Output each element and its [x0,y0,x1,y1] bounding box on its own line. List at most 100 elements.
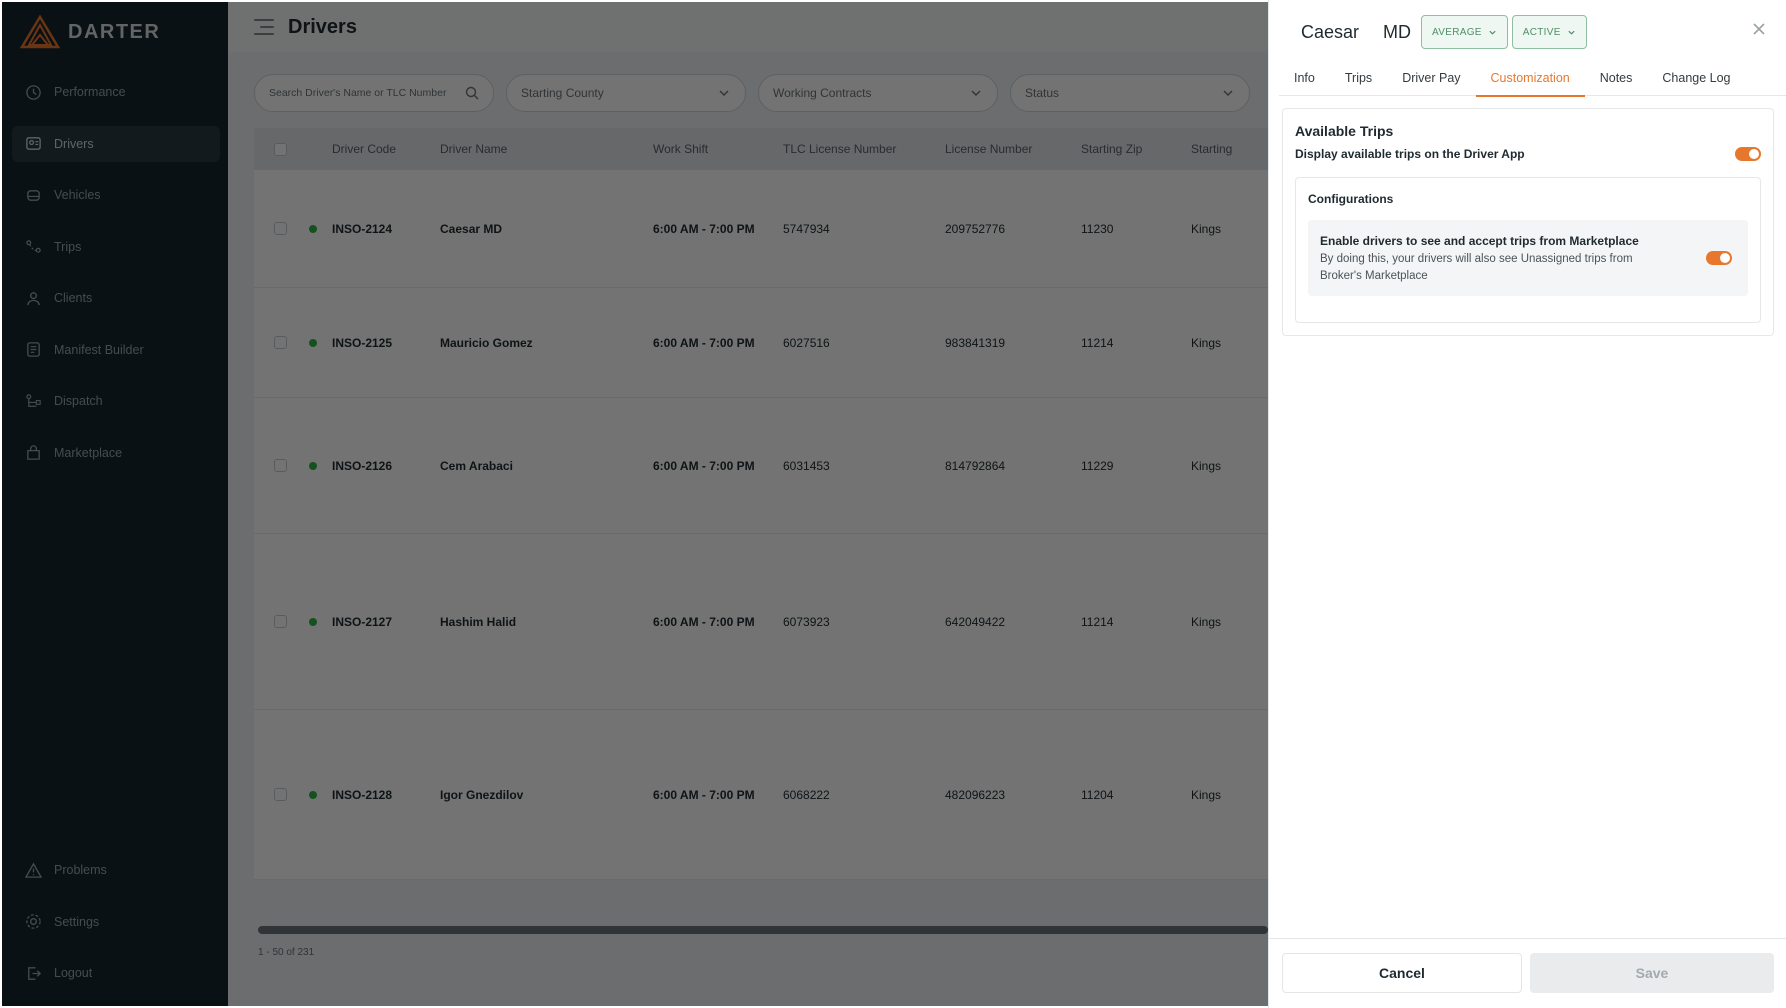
driver-name[interactable]: Igor Gnezdilov [440,788,653,802]
tlc-license: 5747934 [783,221,830,236]
row-checkbox[interactable] [274,615,287,628]
sidebar-item-performance[interactable]: Performance [12,74,220,110]
sidebar-item-label: Manifest Builder [54,342,144,357]
driver-code: INSO-2127 [332,614,393,629]
table-row[interactable]: INSO-2124 Caesar MD 6:00 AM - 7:00 PM 57… [254,170,1268,288]
tab-change-log[interactable]: Change Log [1647,60,1745,96]
dispatch-icon [24,392,42,410]
sidebar-item-label: Clients [54,291,93,305]
horizontal-scrollbar[interactable] [258,926,1268,934]
row-checkbox[interactable] [274,336,287,349]
cancel-button[interactable]: Cancel [1282,953,1522,993]
configurations-title: Configurations [1308,192,1394,206]
sidebar-item-dispatch[interactable]: Dispatch [12,383,220,419]
work-shift: 6:00 AM - 7:00 PM [653,614,755,629]
tab-driver-pay[interactable]: Driver Pay [1387,60,1475,96]
chevron-down-icon [971,90,981,96]
sidebar-item-problems[interactable]: Problems [12,852,220,888]
chevron-down-icon [1223,90,1233,96]
row-checkbox[interactable] [274,788,287,801]
status-dropdown[interactable]: ACTIVE [1511,15,1587,49]
page-title: Drivers [288,15,357,38]
pagination-info: 1 - 50 of 231 [258,947,315,958]
column-header[interactable]: License Number [945,142,1081,156]
work-shift: 6:00 AM - 7:00 PM [653,221,755,236]
starting-county-select[interactable]: Starting County [506,74,746,112]
performance-icon [24,83,42,101]
sidebar-item-label: Dispatch [54,394,103,408]
driver-code: INSO-2124 [332,221,393,236]
sidebar-item-logout[interactable]: Logout [12,955,220,991]
column-header[interactable]: Starting [1191,142,1268,156]
driver-name[interactable]: Caesar MD [440,222,653,236]
chevron-down-icon [719,90,729,96]
column-header[interactable]: Driver Code [332,142,440,156]
starting-county: Kings [1191,458,1222,473]
chevron-down-icon [1489,30,1496,35]
table-row[interactable]: INSO-2128 Igor Gnezdilov 6:00 AM - 7:00 … [254,710,1268,880]
sidebar-item-clients[interactable]: Clients [12,280,220,316]
working-contracts-select[interactable]: Working Contracts [758,74,998,112]
status-dot [309,338,317,347]
sidebar-item-label: Performance [54,85,126,99]
driver-last-name: MD [1383,21,1412,42]
search-icon [465,86,479,100]
rating-dropdown[interactable]: AVERAGE [1421,15,1508,49]
table-row[interactable]: INSO-2127 Hashim Halid 6:00 AM - 7:00 PM… [254,534,1268,710]
starting-county: Kings [1191,335,1222,350]
column-header[interactable]: TLC License Number [783,142,945,156]
sidebar-item-label: Problems [54,863,107,877]
close-icon[interactable] [1750,20,1768,38]
table-row[interactable]: INSO-2125 Mauricio Gomez 6:00 AM - 7:00 … [254,288,1268,398]
driver-name[interactable]: Hashim Halid [440,615,653,629]
drawer-footer: Cancel Save [1269,938,1786,1008]
tab-customization[interactable]: Customization [1475,60,1585,97]
status-label: ACTIVE [1522,26,1561,38]
driver-name[interactable]: Mauricio Gomez [440,336,653,350]
display-trips-toggle[interactable] [1735,147,1761,161]
column-header[interactable]: Starting Zip [1081,142,1191,156]
hamburger-menu-icon[interactable] [254,19,274,35]
sidebar: DARTER Performance Drivers Vehicles Trip… [2,2,228,1006]
logout-icon [24,964,42,982]
clients-icon [24,289,42,307]
topbar: Drivers [228,2,1268,52]
column-header[interactable]: Driver Name [440,142,653,156]
starting-zip: 11204 [1081,787,1114,802]
sidebar-item-vehicles[interactable]: Vehicles [12,177,220,213]
column-header[interactable]: Work Shift [653,142,783,156]
table-row[interactable]: INSO-2126 Cem Arabaci 6:00 AM - 7:00 PM … [254,398,1268,534]
license-number: 209752776 [945,221,1006,236]
status-select[interactable]: Status [1010,74,1250,112]
row-checkbox[interactable] [274,222,287,235]
sidebar-item-manifest-builder[interactable]: Manifest Builder [12,332,220,368]
tab-trips[interactable]: Trips [1330,60,1387,96]
license-number: 814792864 [945,458,1006,473]
sidebar-item-settings[interactable]: Settings [12,904,220,940]
sidebar-item-trips[interactable]: Trips [12,229,220,265]
sidebar-nav-bottom: Problems Settings Logout [12,852,220,1006]
sidebar-item-drivers[interactable]: Drivers [12,125,220,162]
warning-icon [24,861,42,879]
marketplace-option-title: Enable drivers to see and accept trips f… [1320,234,1639,248]
row-checkbox[interactable] [274,459,287,472]
brand-logo[interactable]: DARTER [20,14,160,50]
trips-icon [24,238,42,256]
select-all-checkbox[interactable] [274,142,287,156]
search-input[interactable]: Search Driver's Name or TLC Number [254,74,494,112]
manifest-icon [24,341,42,359]
drivers-table: Driver Code Driver Name Work Shift TLC L… [254,128,1268,880]
drawer-tabs: Info Trips Driver Pay Customization Note… [1279,60,1786,97]
sidebar-item-marketplace[interactable]: Marketplace [12,435,220,471]
tab-notes[interactable]: Notes [1585,60,1648,96]
marketplace-toggle[interactable] [1706,251,1732,265]
work-shift: 6:00 AM - 7:00 PM [653,787,755,802]
driver-name[interactable]: Cem Arabaci [440,459,653,473]
save-button[interactable]: Save [1530,953,1774,993]
main-content: Drivers Search Driver's Name or TLC Numb… [228,2,1268,1006]
status-dot [309,224,317,233]
starting-county: Kings [1191,787,1222,802]
section-title: Available Trips [1295,123,1394,139]
filter-bar: Search Driver's Name or TLC Number Start… [254,74,1250,112]
tab-info[interactable]: Info [1279,60,1330,96]
